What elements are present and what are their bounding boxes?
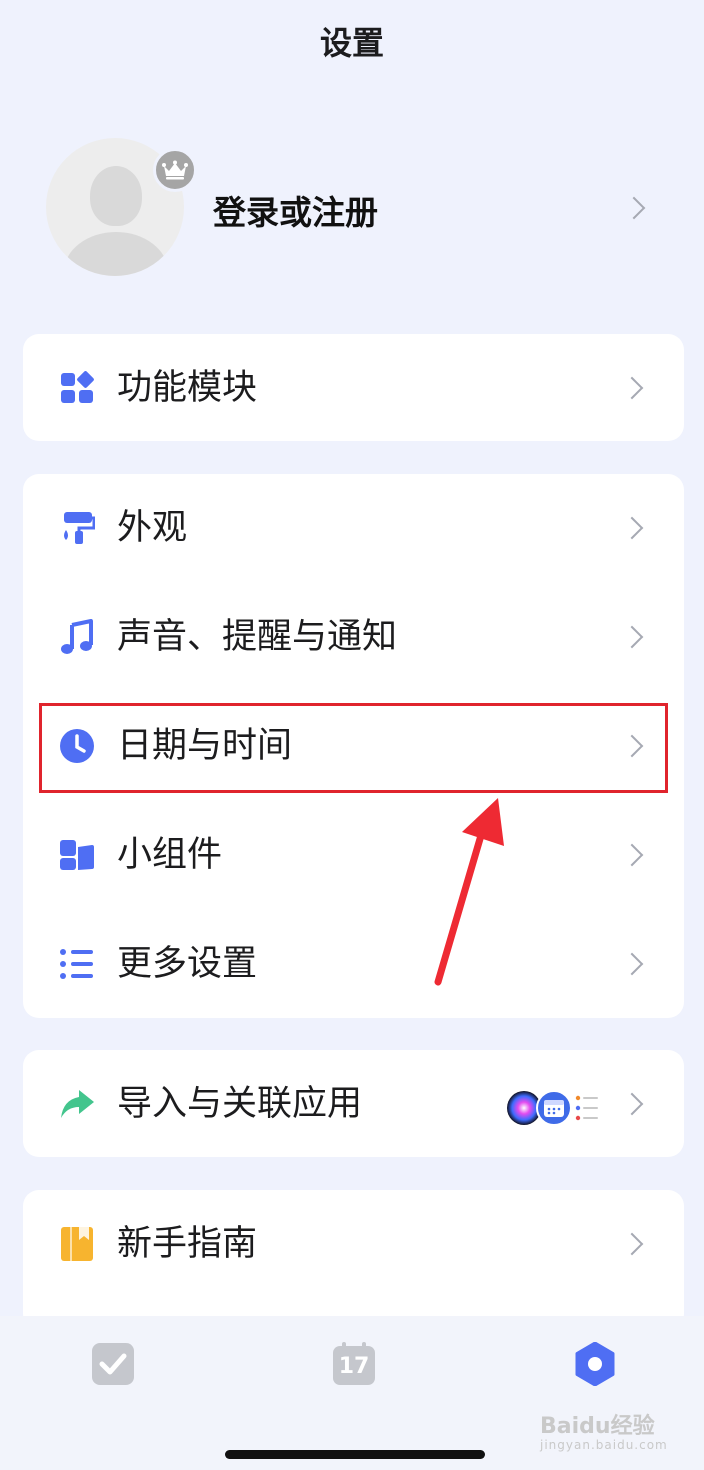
list-icon: [60, 949, 93, 979]
import-card: 导入与关联应用: [23, 1050, 684, 1157]
settings-item-label: 声音、提醒与通知: [117, 617, 398, 657]
music-note-icon: [61, 619, 93, 654]
annotation-arrow: [434, 798, 504, 986]
settings-item-label: 小组件: [117, 835, 223, 875]
settings-item-import[interactable]: 导入与关联应用: [23, 1054, 684, 1154]
crown-icon: [153, 148, 197, 192]
avatar-body: [64, 232, 168, 276]
chevron-right-icon: [620, 1232, 644, 1256]
settings-item-label: 外观: [117, 508, 188, 548]
chevron-right-icon: [620, 1092, 644, 1116]
watermark-sub: jingyan.baidu.com: [540, 1438, 668, 1452]
paint-roller-icon: [64, 512, 95, 544]
watermark-main: Baidu经验: [540, 1414, 655, 1439]
settings-item-appearance[interactable]: 外观: [23, 478, 684, 578]
settings-item-label: 导入与关联应用: [117, 1084, 363, 1124]
modules-card: 功能模块: [23, 334, 684, 441]
chevron-right-icon: [620, 376, 644, 400]
chevron-right-icon: [622, 196, 646, 220]
settings-item-label: 新手指南: [117, 1224, 258, 1264]
widgets-icon: [60, 840, 94, 870]
linked-apps-icon: [507, 1090, 598, 1126]
login-register-link[interactable]: 登录或注册: [213, 186, 378, 234]
settings-item-sound[interactable]: 声音、提醒与通知: [23, 587, 684, 687]
settings-item-widgets[interactable]: 小组件: [23, 805, 684, 905]
home-indicator[interactable]: [225, 1450, 485, 1459]
watermark: Baidu经验 jingyan.baidu.com: [540, 1408, 668, 1452]
highlight-box: [39, 703, 668, 793]
chevron-right-icon: [620, 625, 644, 649]
settings-item-label: 更多设置: [117, 944, 258, 984]
tab-calendar[interactable]: 17: [332, 1342, 376, 1386]
guide-card: 新手指南: [23, 1190, 684, 1330]
share-arrow-icon: [61, 1090, 94, 1118]
chevron-right-icon: [620, 952, 644, 976]
book-icon: [61, 1227, 93, 1261]
grid-icon: [61, 371, 94, 403]
chevron-right-icon: [620, 843, 644, 867]
page-title: 设置: [319, 24, 384, 62]
avatar-head: [90, 166, 142, 226]
settings-item-guide[interactable]: 新手指南: [23, 1194, 684, 1294]
chevron-right-icon: [620, 516, 644, 540]
settings-item-modules[interactable]: 功能模块: [23, 338, 684, 438]
tab-settings[interactable]: [573, 1342, 617, 1386]
settings-item-more[interactable]: 更多设置: [23, 914, 684, 1014]
tab-tasks[interactable]: [91, 1342, 135, 1386]
calendar-day-label: 17: [338, 1354, 370, 1379]
settings-item-label: 功能模块: [117, 368, 258, 408]
